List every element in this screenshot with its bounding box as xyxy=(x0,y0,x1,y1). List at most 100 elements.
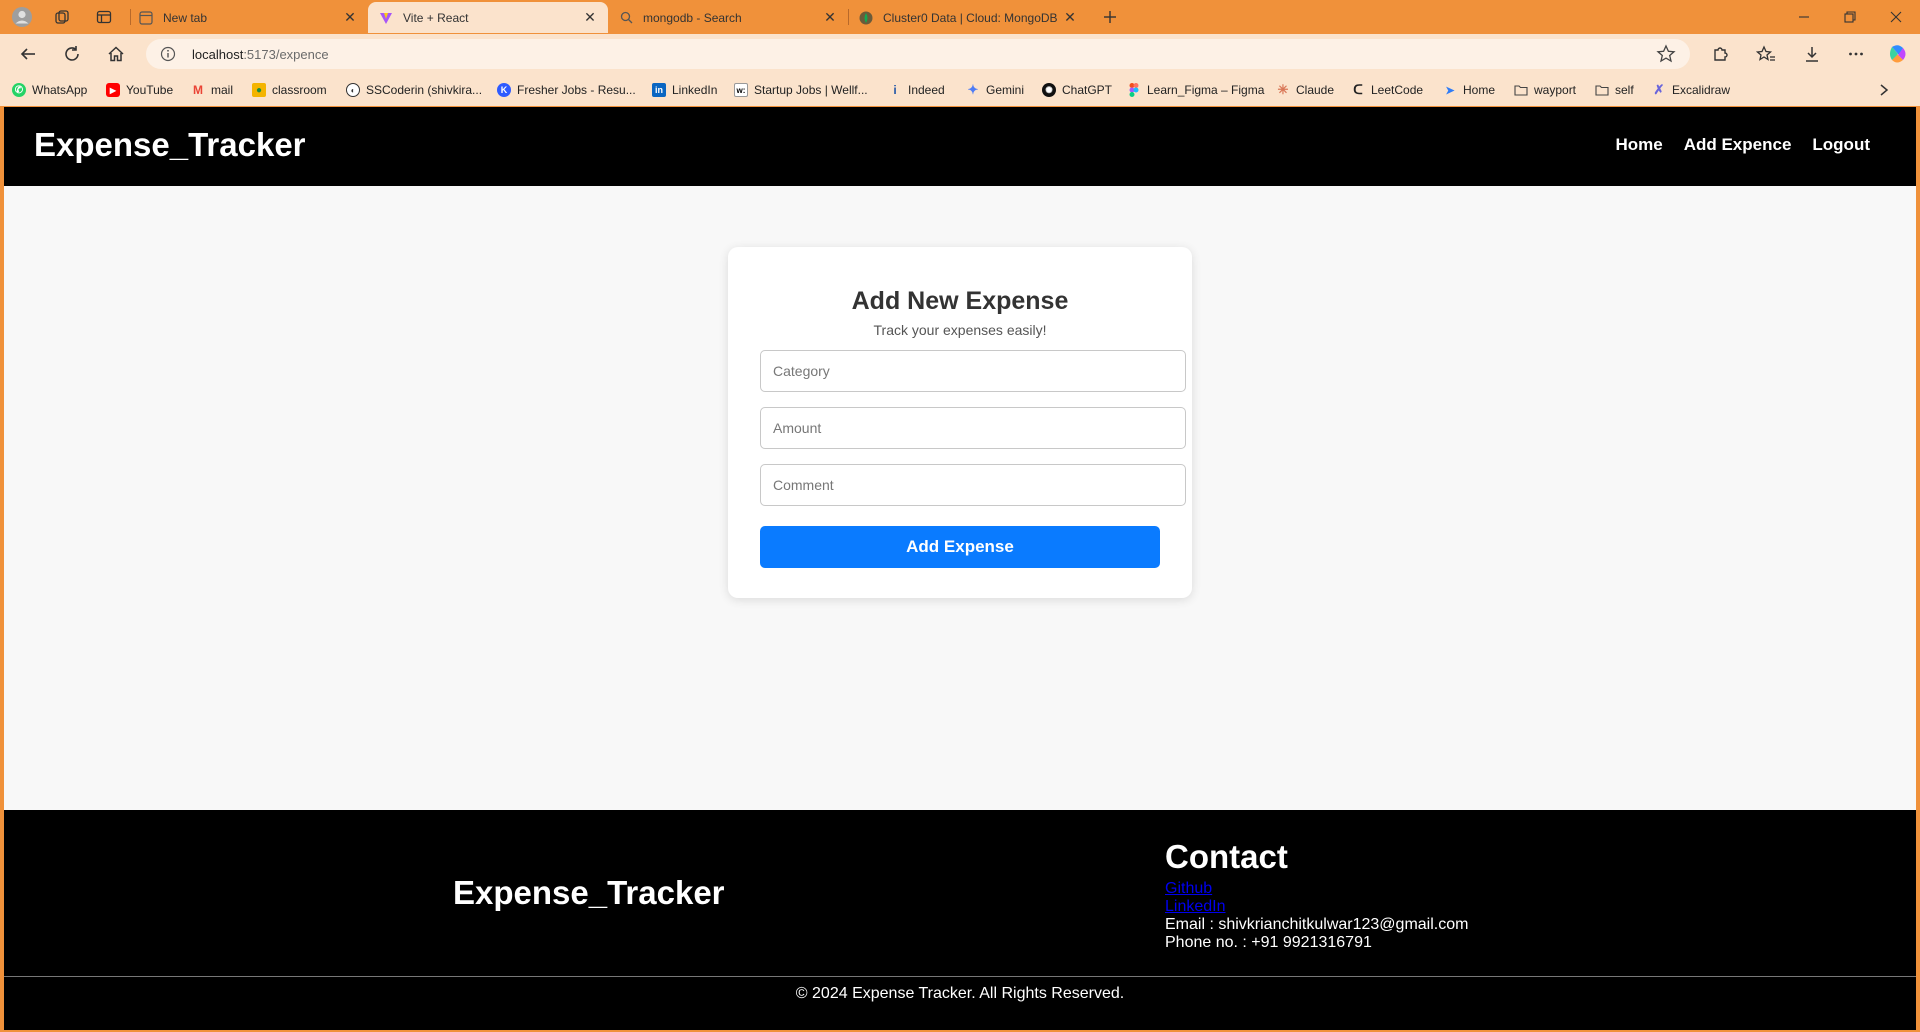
youtube-icon: ▶ xyxy=(106,83,120,97)
bookmark-label: Claude xyxy=(1296,83,1335,97)
linkedin-link[interactable]: LinkedIn xyxy=(1165,898,1468,916)
bookmark-folder-self[interactable]: self xyxy=(1595,82,1634,98)
site-info-icon[interactable] xyxy=(160,46,176,62)
tab-title: mongodb - Search xyxy=(643,10,742,25)
bookmark-label: LeetCode xyxy=(1371,83,1424,97)
figma-icon xyxy=(1127,83,1141,97)
tab-new-tab[interactable]: New tab ✕ xyxy=(128,2,368,33)
leetcode-icon: ᑕ xyxy=(1353,82,1363,97)
form-title: Add New Expense xyxy=(851,287,1069,315)
favorite-star-icon[interactable] xyxy=(1656,44,1676,64)
bookmark-wellfound[interactable]: w: Startup Jobs | Wellf... xyxy=(734,82,868,98)
comment-input[interactable] xyxy=(760,464,1186,506)
close-tab-icon[interactable]: ✕ xyxy=(822,9,838,26)
nav-home-link[interactable]: Home xyxy=(1615,135,1662,155)
bookmark-excalidraw[interactable]: ✗ Excalidraw xyxy=(1652,82,1730,98)
bookmark-label: LinkedIn xyxy=(672,83,718,97)
site-navbar: Expense_Tracker Home Add Expence Logout xyxy=(4,107,1916,186)
bookmark-label: SSCoderin (shivkira... xyxy=(366,83,483,97)
add-expense-button[interactable]: Add Expense xyxy=(760,526,1160,568)
bookmark-label: Learn_Figma – Figma xyxy=(1147,83,1265,97)
url-text: localhost:5173/expence xyxy=(192,47,329,62)
bookmark-leetcode[interactable]: ᑕ LeetCode xyxy=(1351,82,1423,98)
tab-mongodb-cluster[interactable]: Cluster0 Data | Cloud: MongoDB ✕ xyxy=(848,2,1088,33)
bookmark-fresher-jobs[interactable]: K Fresher Jobs - Resu... xyxy=(497,82,636,98)
download-icon[interactable] xyxy=(1798,40,1826,68)
bookmark-youtube[interactable]: ▶ YouTube xyxy=(106,82,173,98)
address-bar[interactable]: localhost:5173/expence xyxy=(146,39,1690,69)
nav-links: Home Add Expence Logout xyxy=(1615,135,1870,155)
bookmark-label: wayport xyxy=(1534,83,1577,97)
bookmark-linkedin[interactable]: in LinkedIn xyxy=(652,82,717,98)
amount-input[interactable] xyxy=(760,407,1186,449)
copyright-text: © 2024 Expense Tracker. All Rights Reser… xyxy=(795,985,1125,1002)
nav-logout-link[interactable]: Logout xyxy=(1812,135,1870,155)
close-tab-icon[interactable]: ✕ xyxy=(582,9,598,26)
profile-icon[interactable] xyxy=(10,5,34,29)
bookmark-claude[interactable]: ✳ Claude xyxy=(1276,82,1334,98)
bookmarks-overflow-chevron-icon[interactable] xyxy=(1878,82,1890,98)
close-window-icon[interactable] xyxy=(1874,0,1918,34)
bookmark-gemini[interactable]: ✦ Gemini xyxy=(966,82,1024,98)
close-tab-icon[interactable]: ✕ xyxy=(342,9,358,26)
bookmark-sscoderin[interactable]: ◐ SSCoderin (shivkira... xyxy=(346,82,482,98)
bookmark-classroom[interactable]: ● classroom xyxy=(252,82,327,98)
bookmark-folder-wayport[interactable]: wayport xyxy=(1514,82,1576,98)
restore-icon[interactable] xyxy=(1828,0,1872,34)
site-brand[interactable]: Expense_Tracker xyxy=(34,126,306,164)
browser-toolbar: localhost:5173/expence xyxy=(0,34,1920,74)
vite-icon xyxy=(378,10,394,26)
github-link[interactable]: Github xyxy=(1165,880,1468,898)
bookmark-home[interactable]: ➤ Home xyxy=(1443,82,1495,98)
bookmark-whatsapp[interactable]: ✆ WhatsApp xyxy=(12,82,87,98)
contact-email: Email : shivkrianchitkulwar123@gmail.com xyxy=(1165,916,1469,933)
home-icon[interactable] xyxy=(102,40,130,68)
back-arrow-icon[interactable] xyxy=(14,40,42,68)
bookmark-mail[interactable]: Mmail xyxy=(191,82,233,98)
workspaces-icon[interactable] xyxy=(50,5,74,29)
extensions-icon[interactable] xyxy=(1706,40,1734,68)
form-subtitle: Track your expenses easily! xyxy=(873,322,1047,338)
home-bookmark-icon: ➤ xyxy=(1445,84,1455,97)
excalidraw-icon: ✗ xyxy=(1653,82,1665,97)
bookmark-label: classroom xyxy=(272,83,327,97)
fresher-jobs-icon: K xyxy=(497,83,511,97)
footer-brand: Expense_Tracker xyxy=(453,874,725,911)
close-tab-icon[interactable]: ✕ xyxy=(1062,9,1078,26)
category-input[interactable] xyxy=(760,350,1186,392)
bookmark-label: Home xyxy=(1463,83,1496,97)
bookmark-chatgpt[interactable]: ✺ ChatGPT xyxy=(1042,82,1112,98)
bookmark-label: Startup Jobs | Wellf... xyxy=(754,83,868,97)
bookmark-figma[interactable]: Learn_Figma – Figma xyxy=(1127,82,1264,98)
more-options-icon[interactable] xyxy=(1842,40,1870,68)
tab-title: New tab xyxy=(163,10,208,25)
vertical-tabs-icon[interactable] xyxy=(92,5,116,29)
new-tab-plus-icon[interactable] xyxy=(1098,5,1122,29)
bookmark-label: Indeed xyxy=(908,83,945,97)
classroom-icon: ● xyxy=(252,83,266,97)
bookmark-label: mail xyxy=(211,83,234,97)
whatsapp-icon: ✆ xyxy=(12,83,26,97)
url-path: :5173/expence xyxy=(243,47,329,62)
bookmark-label: Fresher Jobs - Resu... xyxy=(517,83,636,97)
add-expense-card: Add New Expense Track your expenses easi… xyxy=(728,247,1192,598)
search-icon xyxy=(618,10,634,26)
footer-contact: Contact Github LinkedIn Email : shivkria… xyxy=(1165,838,1468,952)
bookmark-label: self xyxy=(1615,83,1634,97)
tab-vite-react[interactable]: Vite + React ✕ xyxy=(368,2,608,33)
bookmark-indeed[interactable]: i Indeed xyxy=(888,82,945,98)
reload-icon[interactable] xyxy=(58,40,86,68)
bookmark-label: ChatGPT xyxy=(1062,83,1113,97)
copilot-icon[interactable] xyxy=(1884,40,1912,68)
browser-tab-strip: New tab ✕ Vite + React ✕ mongodb - Searc… xyxy=(0,0,1920,34)
folder-icon xyxy=(1595,83,1609,97)
bookmark-label: Excalidraw xyxy=(1672,83,1731,97)
gemini-icon: ✦ xyxy=(967,82,979,97)
mongodb-icon xyxy=(858,10,874,26)
minimize-icon[interactable] xyxy=(1782,0,1826,34)
tab-mongodb-search[interactable]: mongodb - Search ✕ xyxy=(608,2,848,33)
nav-add-expence-link[interactable]: Add Expence xyxy=(1684,135,1792,155)
linkedin-icon: in xyxy=(652,83,666,97)
favorites-icon[interactable] xyxy=(1752,40,1780,68)
wellfound-icon: w: xyxy=(734,83,748,97)
